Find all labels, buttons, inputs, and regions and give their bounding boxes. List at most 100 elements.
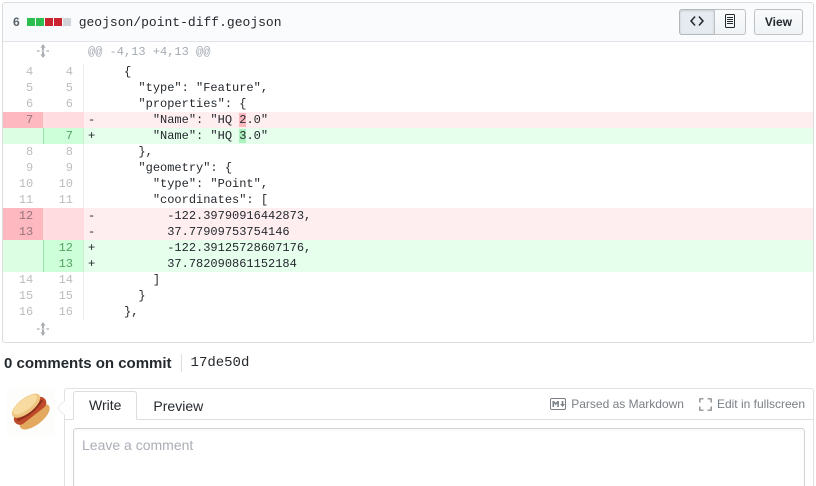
new-line-number[interactable]: 8 bbox=[43, 144, 83, 160]
old-line-number[interactable] bbox=[3, 128, 44, 144]
old-line-number[interactable]: 14 bbox=[3, 272, 43, 288]
new-line-number[interactable]: 4 bbox=[43, 64, 83, 80]
diff-row-addition: 12 + -122.39125728607176, bbox=[3, 240, 813, 256]
avatar[interactable] bbox=[7, 388, 55, 436]
fullscreen-hint-label: Edit in fullscreen bbox=[716, 397, 805, 411]
file-diff-header: 6 geojson/point-diff.geojson View bbox=[3, 3, 813, 42]
diff-row-context: 15 15 } bbox=[3, 288, 813, 304]
comment-form-row: Write Preview Parsed as Markdown Edit in… bbox=[2, 388, 814, 486]
diff-row-context: 66 "properties": { bbox=[3, 96, 813, 112]
diff-marker bbox=[88, 273, 95, 287]
diff-table-body: @@ -4,13 +4,13 @@ 4 4 {5 5 "type": "Feature… bbox=[3, 42, 813, 342]
old-line-number[interactable]: 4 bbox=[3, 64, 43, 80]
changes-count: 6 bbox=[13, 15, 20, 29]
new-line-number[interactable]: 16 bbox=[43, 304, 83, 320]
new-line-number[interactable]: 15 bbox=[43, 288, 83, 304]
diff-marker bbox=[88, 289, 95, 303]
diff-marker bbox=[88, 193, 95, 207]
expand-row bbox=[3, 320, 813, 342]
diff-row-deletion: 13 - 37.77909753754146 bbox=[3, 224, 813, 240]
new-line-number[interactable] bbox=[43, 208, 84, 224]
unfold-icon[interactable] bbox=[3, 320, 84, 342]
diff-marker bbox=[88, 161, 95, 175]
markdown-hint-link[interactable]: Parsed as Markdown bbox=[550, 397, 684, 411]
source-diff-button[interactable] bbox=[678, 9, 715, 35]
new-line-number[interactable]: 11 bbox=[43, 192, 83, 208]
new-line-number[interactable]: 6 bbox=[43, 96, 83, 112]
comments-heading: 0 comments on commit 17de50d bbox=[4, 353, 812, 373]
diff-marker bbox=[88, 81, 95, 95]
code-line: }, bbox=[83, 304, 813, 320]
markdown-hint-label: Parsed as Markdown bbox=[571, 397, 684, 411]
diff-marker bbox=[88, 65, 95, 79]
diff-row-deletion: 7 - "Name": "HQ 2.0" bbox=[3, 112, 813, 128]
diff-row-addition: 7 + "Name": "HQ 3.0" bbox=[3, 128, 813, 144]
view-button[interactable]: View bbox=[753, 9, 803, 35]
code-line: + -122.39125728607176, bbox=[83, 240, 813, 256]
diffstat[interactable] bbox=[26, 18, 71, 26]
comment-form-head: Write Preview Parsed as Markdown Edit in… bbox=[65, 389, 813, 420]
comment-box: Write Preview Parsed as Markdown Edit in… bbox=[57, 388, 814, 486]
new-line-number[interactable]: 7 bbox=[42, 128, 84, 144]
new-line-number[interactable]: 14 bbox=[43, 272, 83, 288]
new-line-number[interactable]: 10 bbox=[43, 176, 83, 192]
old-line-number[interactable]: 15 bbox=[3, 288, 43, 304]
diffstat-block-deleted bbox=[44, 18, 53, 26]
diff-marker bbox=[88, 177, 95, 191]
diff-row-context: 14 14 ] bbox=[3, 272, 813, 288]
diff-marker bbox=[88, 305, 95, 319]
tab-write[interactable]: Write bbox=[73, 391, 138, 420]
hunk-header-text: @@ -4,13 +4,13 @@ bbox=[88, 45, 211, 59]
diff-marker: - bbox=[88, 225, 96, 239]
code-line: - 37.77909753754146 bbox=[83, 224, 813, 240]
new-line-number[interactable]: 5 bbox=[43, 80, 83, 96]
diff-row-context: 44 { bbox=[3, 64, 813, 80]
file-name-link[interactable]: geojson/point-diff.geojson bbox=[79, 15, 282, 30]
code-line: "coordinates": [ bbox=[83, 192, 813, 208]
old-line-number[interactable]: 7 bbox=[3, 112, 44, 128]
diff-marker bbox=[88, 145, 95, 159]
old-line-number[interactable]: 5 bbox=[3, 80, 43, 96]
diff-marker: - bbox=[88, 209, 96, 223]
diff-row-context: 11 11 "coordinates": [ bbox=[3, 192, 813, 208]
code-line: + 37.782090861152184 bbox=[83, 256, 813, 272]
diff-row-deletion: 12 - -122.39790916442873, bbox=[3, 208, 813, 224]
diff-marker: + bbox=[88, 257, 96, 271]
new-line-number[interactable]: 12 bbox=[42, 240, 84, 256]
new-line-number[interactable]: 9 bbox=[43, 160, 83, 176]
heading-divider bbox=[180, 354, 182, 372]
new-line-number[interactable]: 13 bbox=[42, 256, 84, 272]
hotdog-avatar bbox=[7, 388, 55, 436]
code-line: + "Name": "HQ 3.0" bbox=[83, 128, 813, 144]
file-header-actions: View bbox=[678, 9, 803, 35]
fullscreen-hint-link[interactable]: Edit in fullscreen bbox=[699, 397, 805, 411]
new-line-number[interactable] bbox=[43, 112, 84, 128]
old-line-number[interactable]: 11 bbox=[3, 192, 43, 208]
comment-input[interactable] bbox=[73, 428, 805, 486]
diff-row-addition: 13 + 37.782090861152184 bbox=[3, 256, 813, 272]
code-line: "type": "Feature", bbox=[83, 80, 813, 96]
old-line-number[interactable]: 13 bbox=[3, 224, 44, 240]
code-line: { bbox=[83, 64, 813, 80]
rich-diff-button[interactable] bbox=[713, 9, 746, 35]
diffstat-block-deleted bbox=[53, 18, 62, 26]
old-line-number[interactable]: 10 bbox=[3, 176, 43, 192]
commit-sha-link[interactable]: 17de50d bbox=[191, 355, 250, 371]
old-line-number[interactable]: 12 bbox=[3, 208, 44, 224]
diff-row-context: 16 16 }, bbox=[3, 304, 813, 320]
tab-preview[interactable]: Preview bbox=[137, 392, 219, 420]
old-line-number[interactable] bbox=[3, 256, 44, 272]
old-line-number[interactable] bbox=[3, 240, 44, 256]
code-line: - "Name": "HQ 2.0" bbox=[83, 112, 813, 128]
code-line: "geometry": { bbox=[83, 160, 813, 176]
comment-form-body bbox=[65, 420, 813, 486]
old-line-number[interactable]: 8 bbox=[3, 144, 43, 160]
old-line-number[interactable]: 6 bbox=[3, 96, 43, 112]
unfold-icon[interactable] bbox=[3, 42, 84, 64]
diff-row-context: 88 }, bbox=[3, 144, 813, 160]
old-line-number[interactable]: 16 bbox=[3, 304, 43, 320]
new-line-number[interactable] bbox=[43, 224, 84, 240]
code-line: - -122.39790916442873, bbox=[83, 208, 813, 224]
comments-count-text: 0 comments on commit bbox=[4, 354, 172, 372]
old-line-number[interactable]: 9 bbox=[3, 160, 43, 176]
